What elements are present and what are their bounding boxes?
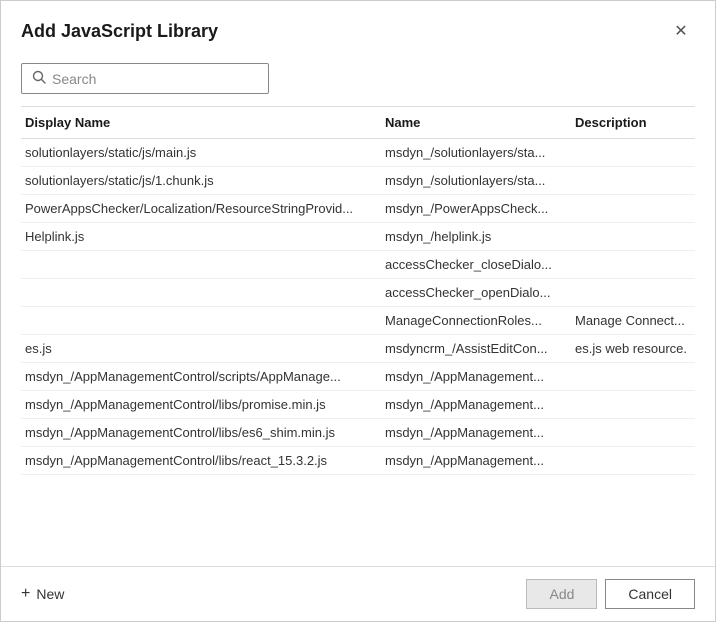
table-row[interactable]: msdyn_/AppManagementControl/libs/promise…: [21, 391, 695, 419]
close-button[interactable]: ✕: [667, 17, 695, 45]
table-container: Display Name Name Description solutionla…: [21, 106, 695, 566]
cell-display-name: [21, 313, 381, 328]
cell-display-name: msdyn_/AppManagementControl/libs/react_1…: [21, 453, 381, 468]
cell-description: [571, 397, 695, 412]
table-header: Display Name Name Description: [21, 107, 695, 139]
table-body: solutionlayers/static/js/main.jsmsdyn_/s…: [21, 139, 695, 566]
cell-name: accessChecker_openDialo...: [381, 285, 571, 300]
search-area: [1, 55, 715, 106]
cell-name: msdyncrm_/AssistEditCon...: [381, 341, 571, 356]
cell-display-name: PowerAppsChecker/Localization/ResourceSt…: [21, 201, 381, 216]
cell-display-name: msdyn_/AppManagementControl/libs/promise…: [21, 397, 381, 412]
new-button[interactable]: + New: [21, 585, 64, 603]
cell-description: [571, 229, 695, 244]
cell-description: [571, 145, 695, 160]
cell-description: [571, 453, 695, 468]
cell-description: [571, 425, 695, 440]
search-box: [21, 63, 269, 94]
cell-name: msdyn_/AppManagement...: [381, 453, 571, 468]
cell-display-name: Helplink.js: [21, 229, 381, 244]
table-row[interactable]: solutionlayers/static/js/1.chunk.jsmsdyn…: [21, 167, 695, 195]
plus-icon: +: [21, 585, 30, 603]
cell-name: msdyn_/AppManagement...: [381, 369, 571, 384]
search-icon: [32, 70, 46, 87]
cell-name: msdyn_/PowerAppsCheck...: [381, 201, 571, 216]
footer-actions: Add Cancel: [526, 579, 695, 609]
new-label: New: [36, 586, 64, 602]
cell-name: msdyn_/AppManagement...: [381, 425, 571, 440]
cell-name: msdyn_/AppManagement...: [381, 397, 571, 412]
table-row[interactable]: solutionlayers/static/js/main.jsmsdyn_/s…: [21, 139, 695, 167]
add-button: Add: [526, 579, 597, 609]
cell-name: msdyn_/solutionlayers/sta...: [381, 173, 571, 188]
cell-description: [571, 257, 695, 272]
cell-name: msdyn_/helplink.js: [381, 229, 571, 244]
cell-description: es.js web resource.: [571, 341, 695, 356]
cell-display-name: [21, 285, 381, 300]
table-row[interactable]: ManageConnectionRoles...Manage Connect..…: [21, 307, 695, 335]
cell-description: [571, 201, 695, 216]
table-row[interactable]: PowerAppsChecker/Localization/ResourceSt…: [21, 195, 695, 223]
table-row[interactable]: msdyn_/AppManagementControl/libs/react_1…: [21, 447, 695, 475]
cell-display-name: solutionlayers/static/js/main.js: [21, 145, 381, 160]
cell-name: msdyn_/solutionlayers/sta...: [381, 145, 571, 160]
col-header-display-name: Display Name: [21, 115, 381, 130]
table-row[interactable]: msdyn_/AppManagementControl/scripts/AppM…: [21, 363, 695, 391]
table-row[interactable]: es.jsmsdyncrm_/AssistEditCon...es.js web…: [21, 335, 695, 363]
cell-display-name: es.js: [21, 341, 381, 356]
dialog-header: Add JavaScript Library ✕: [1, 1, 715, 55]
cell-name: accessChecker_closeDialo...: [381, 257, 571, 272]
cell-description: Manage Connect...: [571, 313, 695, 328]
search-input[interactable]: [52, 71, 258, 87]
cell-display-name: solutionlayers/static/js/1.chunk.js: [21, 173, 381, 188]
cancel-button[interactable]: Cancel: [605, 579, 695, 609]
table-row[interactable]: accessChecker_openDialo...: [21, 279, 695, 307]
table-row[interactable]: accessChecker_closeDialo...: [21, 251, 695, 279]
cell-description: [571, 285, 695, 300]
cell-display-name: msdyn_/AppManagementControl/libs/es6_shi…: [21, 425, 381, 440]
dialog-title: Add JavaScript Library: [21, 21, 218, 42]
col-header-name: Name: [381, 115, 571, 130]
cell-display-name: msdyn_/AppManagementControl/scripts/AppM…: [21, 369, 381, 384]
cell-name: ManageConnectionRoles...: [381, 313, 571, 328]
table-row[interactable]: msdyn_/AppManagementControl/libs/es6_shi…: [21, 419, 695, 447]
col-header-description: Description: [571, 115, 695, 130]
table-row[interactable]: Helplink.jsmsdyn_/helplink.js: [21, 223, 695, 251]
add-js-library-dialog: Add JavaScript Library ✕ Display Name Na…: [0, 0, 716, 622]
cell-description: [571, 173, 695, 188]
cell-display-name: [21, 257, 381, 272]
cell-description: [571, 369, 695, 384]
dialog-footer: + New Add Cancel: [1, 566, 715, 621]
